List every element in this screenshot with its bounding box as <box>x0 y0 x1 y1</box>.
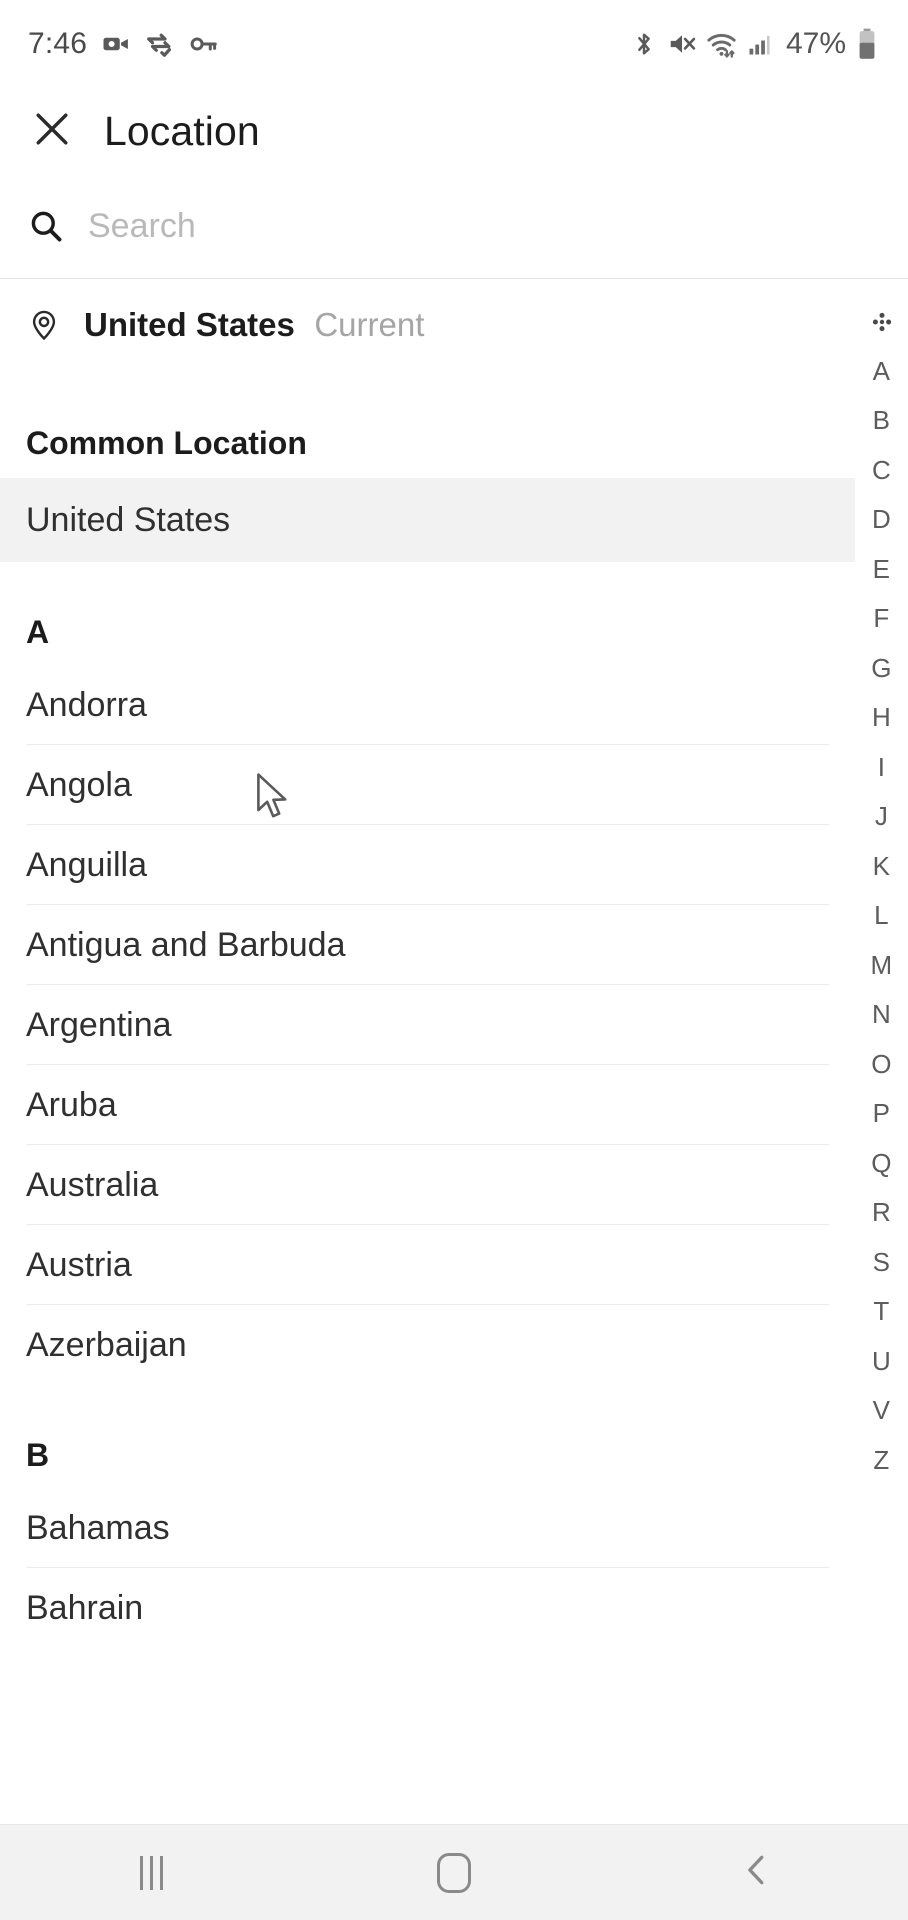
index-letter-q[interactable]: Q <box>855 1139 908 1189</box>
list-item[interactable]: Azerbaijan <box>0 1305 855 1385</box>
section-header-common-location: Common Location <box>26 425 307 461</box>
list-item[interactable]: United States <box>0 478 855 562</box>
index-letter-s[interactable]: S <box>855 1238 908 1288</box>
index-letter-c[interactable]: C <box>855 446 908 496</box>
list-item[interactable]: Bahamas <box>0 1488 855 1568</box>
country-name: Argentina <box>26 1005 172 1044</box>
battery-icon <box>856 28 878 60</box>
list-item[interactable]: Antigua and Barbuda <box>0 905 855 985</box>
back-icon <box>738 1851 776 1894</box>
index-letter-m[interactable]: M <box>855 941 908 991</box>
country-name: Bahamas <box>26 1508 170 1547</box>
section-header-a: A <box>26 614 50 650</box>
recents-button[interactable] <box>91 1825 211 1920</box>
video-camera-icon <box>101 29 131 59</box>
index-letter-e[interactable]: E <box>855 545 908 595</box>
index-letter-f[interactable]: F <box>855 594 908 644</box>
home-icon <box>436 1852 471 1893</box>
location-pin-icon <box>26 307 62 343</box>
volume-muted-icon <box>667 29 697 59</box>
alphabet-index-rail[interactable]: A B C D E F G H I J K L M N O P Q R S T … <box>855 279 908 1824</box>
search-bar[interactable] <box>0 174 908 278</box>
list-item[interactable]: Anguilla <box>0 825 855 905</box>
home-button[interactable] <box>394 1825 514 1920</box>
status-bar: 7:46 47% <box>0 0 908 88</box>
wifi-icon <box>706 29 737 60</box>
page-title: Location <box>104 107 260 154</box>
country-name: Bahrain <box>26 1588 144 1627</box>
index-letter-l[interactable]: L <box>855 891 908 941</box>
index-letter-i[interactable]: I <box>855 743 908 793</box>
index-letter-v[interactable]: V <box>855 1386 908 1436</box>
country-name: Antigua and Barbuda <box>26 925 346 964</box>
index-letter-r[interactable]: R <box>855 1188 908 1238</box>
close-icon <box>30 107 74 156</box>
index-letter-a[interactable]: A <box>855 347 908 397</box>
list-item[interactable]: Angola <box>0 745 855 825</box>
list-item[interactable]: Austria <box>0 1225 855 1305</box>
index-letter-n[interactable]: N <box>855 990 908 1040</box>
list-item[interactable]: Bahrain <box>0 1568 855 1648</box>
index-letter-o[interactable]: O <box>855 1040 908 1090</box>
index-letter-h[interactable]: H <box>855 693 908 743</box>
cellular-signal-icon <box>746 30 774 58</box>
star-index-icon[interactable] <box>855 297 908 347</box>
current-location-text: United States Current <box>84 306 424 344</box>
status-bar-left: 7:46 <box>28 27 219 61</box>
country-name: Azerbaijan <box>26 1325 187 1364</box>
index-letter-z[interactable]: Z <box>855 1436 908 1486</box>
country-name: Anguilla <box>26 845 147 884</box>
list-item[interactable]: Australia <box>0 1145 855 1225</box>
list-item[interactable]: Argentina <box>0 985 855 1065</box>
list-item[interactable]: Andorra <box>0 665 855 745</box>
current-location-name: United States <box>84 306 295 343</box>
recents-icon <box>139 1855 163 1890</box>
current-location-row[interactable]: United States Current <box>0 279 855 371</box>
country-name: Aruba <box>26 1085 117 1124</box>
android-navigation-bar <box>0 1824 908 1920</box>
vpn-data-transfer-icon <box>145 29 175 59</box>
index-letter-p[interactable]: P <box>855 1089 908 1139</box>
app-header: Location <box>0 88 908 174</box>
battery-percent-label: 47% <box>785 27 846 60</box>
index-letter-b[interactable]: B <box>855 396 908 446</box>
country-name: United States <box>26 500 231 539</box>
location-picker-screen: 7:46 47% Location Search United States C… <box>0 0 908 1920</box>
country-name: Andorra <box>26 685 147 724</box>
bluetooth-icon <box>630 30 658 58</box>
status-time: 7:46 <box>28 27 88 60</box>
country-name: Austria <box>26 1245 132 1284</box>
status-bar-right: 47% <box>630 27 878 61</box>
content-area: United States Current Common Location Un… <box>0 279 908 1824</box>
list-item[interactable]: Aruba <box>0 1065 855 1145</box>
country-name: Angola <box>26 765 132 804</box>
close-button[interactable] <box>26 105 78 157</box>
current-location-tag: Current <box>314 306 425 343</box>
key-icon <box>189 29 219 59</box>
section-header-b: B <box>26 1437 50 1473</box>
index-letter-t[interactable]: T <box>855 1287 908 1337</box>
search-icon <box>26 206 66 246</box>
back-button[interactable] <box>697 1825 817 1920</box>
index-letter-g[interactable]: G <box>855 644 908 694</box>
country-list[interactable]: United States Current Common Location Un… <box>0 279 855 1824</box>
index-letter-u[interactable]: U <box>855 1337 908 1387</box>
index-letter-d[interactable]: D <box>855 495 908 545</box>
search-input[interactable] <box>88 206 908 246</box>
country-name: Australia <box>26 1165 159 1204</box>
index-letter-j[interactable]: J <box>855 792 908 842</box>
index-letter-k[interactable]: K <box>855 842 908 892</box>
